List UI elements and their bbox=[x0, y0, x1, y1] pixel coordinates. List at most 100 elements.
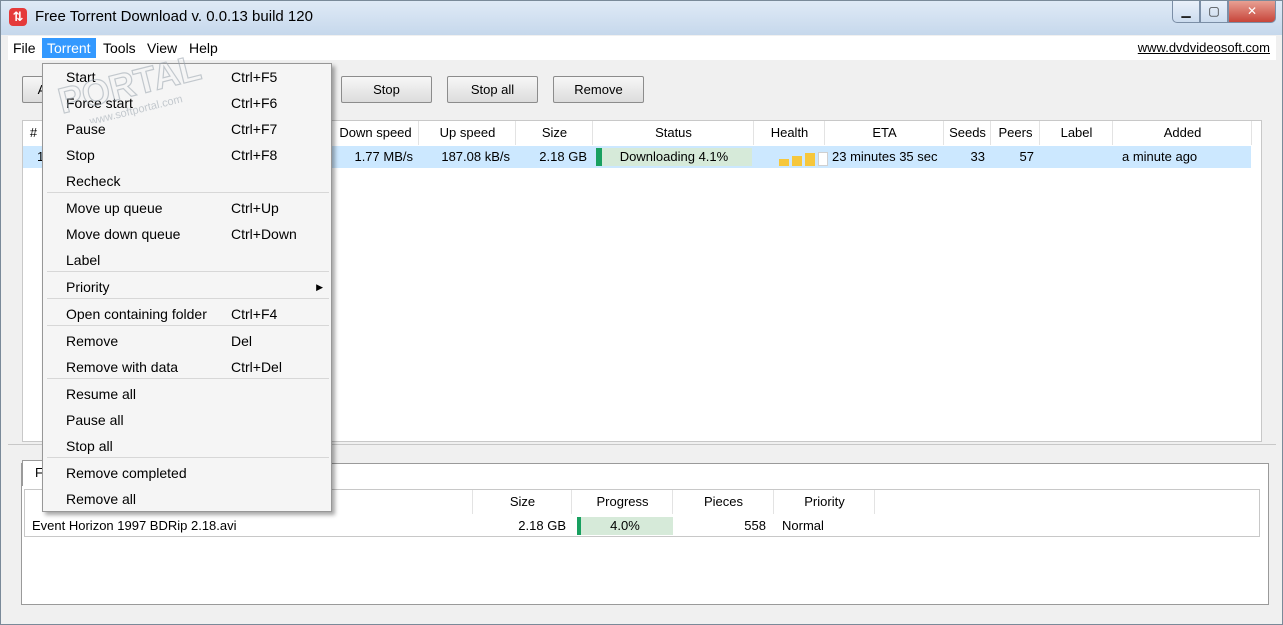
menu-item-label: Label bbox=[66, 252, 101, 268]
torrent-eta: 23 minutes 35 sec bbox=[832, 149, 938, 164]
minimize-button[interactable]: ▁ bbox=[1172, 1, 1200, 23]
column-down-speed[interactable]: Down speed bbox=[333, 121, 419, 145]
menu-separator bbox=[47, 298, 329, 299]
menu-item-label: Remove with data bbox=[66, 359, 179, 375]
menu-item-open-folder[interactable]: Open containing folder Ctrl+F4 bbox=[45, 301, 329, 327]
menu-item-move-up-queue[interactable]: Move up queue Ctrl+Up bbox=[45, 195, 329, 221]
menu-item-recheck[interactable]: Recheck bbox=[45, 168, 329, 194]
stop-button[interactable]: Stop bbox=[341, 76, 432, 103]
column-file-pieces[interactable]: Pieces bbox=[674, 490, 774, 514]
menu-item-label-submenu[interactable]: Label bbox=[45, 247, 329, 273]
menu-item-remove-with-data[interactable]: Remove with data Ctrl+Del bbox=[45, 354, 329, 380]
window-title: Free Torrent Download v. 0.0.13 build 12… bbox=[35, 8, 313, 25]
menu-item-resume-all[interactable]: Resume all bbox=[45, 381, 329, 407]
menu-item-shortcut: Ctrl+F4 bbox=[231, 306, 278, 322]
column-file-size[interactable]: Size bbox=[474, 490, 572, 514]
torrent-seeds: 33 bbox=[970, 149, 985, 164]
file-name: Event Horizon 1997 BDRip 2.18.avi bbox=[32, 518, 237, 533]
column-eta[interactable]: ETA bbox=[826, 121, 944, 145]
menu-item-remove-completed[interactable]: Remove completed bbox=[45, 460, 329, 486]
menu-item-label: Stop bbox=[66, 147, 95, 163]
menu-item-label: Stop all bbox=[66, 438, 113, 454]
torrent-peers: 57 bbox=[1019, 149, 1034, 164]
torrent-added: a minute ago bbox=[1122, 149, 1198, 164]
column-file-priority[interactable]: Priority bbox=[775, 490, 875, 514]
menu-help[interactable]: Help bbox=[184, 38, 223, 58]
menu-file[interactable]: File bbox=[8, 38, 41, 58]
file-size: 2.18 GB bbox=[518, 518, 566, 533]
torrent-status: Downloading 4.1% bbox=[619, 149, 729, 164]
health-bar bbox=[818, 152, 828, 166]
menu-item-label: Move down queue bbox=[66, 226, 181, 242]
menu-item-pause-all[interactable]: Pause all bbox=[45, 407, 329, 433]
menu-item-stop-all[interactable]: Stop all bbox=[45, 433, 329, 459]
menu-item-label: Open containing folder bbox=[66, 306, 207, 322]
menu-item-label: Pause bbox=[66, 121, 106, 137]
window-controls: ▁ ▢ ✕ bbox=[1172, 1, 1276, 23]
file-progress-bar: 4.0% bbox=[577, 517, 673, 535]
column-label[interactable]: Label bbox=[1041, 121, 1113, 145]
menu-separator bbox=[47, 378, 329, 379]
menu-item-label: Pause all bbox=[66, 412, 124, 428]
menu-item-label: Move up queue bbox=[66, 200, 163, 216]
menu-torrent[interactable]: Torrent bbox=[42, 38, 96, 58]
close-button[interactable]: ✕ bbox=[1228, 1, 1276, 23]
torrent-down-speed: 1.77 MB/s bbox=[354, 149, 413, 164]
menu-item-label: Remove completed bbox=[66, 465, 187, 481]
column-added[interactable]: Added bbox=[1114, 121, 1252, 145]
menu-item-start[interactable]: Start Ctrl+F5 bbox=[45, 64, 329, 90]
menu-item-shortcut: Ctrl+Down bbox=[231, 226, 297, 242]
vendor-link[interactable]: www.dvdvideosoft.com bbox=[1138, 38, 1270, 58]
app-logo-icon: ⇅ bbox=[9, 8, 27, 26]
menu-item-remove[interactable]: Remove Del bbox=[45, 328, 329, 354]
menu-bar: File Torrent Tools View Help www.dvdvide… bbox=[8, 36, 1276, 60]
menu-item-force-start[interactable]: Force start Ctrl+F6 bbox=[45, 90, 329, 116]
menu-separator bbox=[47, 325, 329, 326]
torrent-up-speed: 187.08 kB/s bbox=[441, 149, 510, 164]
menu-item-label: Force start bbox=[66, 95, 133, 111]
submenu-arrow-icon: ▶ bbox=[316, 282, 323, 292]
file-pieces: 558 bbox=[744, 518, 766, 533]
title-bar[interactable]: ⇅ Free Torrent Download v. 0.0.13 build … bbox=[1, 1, 1282, 35]
menu-item-shortcut: Ctrl+F8 bbox=[231, 147, 278, 163]
menu-item-pause[interactable]: Pause Ctrl+F7 bbox=[45, 116, 329, 142]
column-size[interactable]: Size bbox=[517, 121, 593, 145]
menu-item-label: Priority bbox=[66, 279, 110, 295]
menu-view[interactable]: View bbox=[142, 38, 182, 58]
menu-item-label: Recheck bbox=[66, 173, 121, 189]
column-file-progress[interactable]: Progress bbox=[573, 490, 673, 514]
menu-separator bbox=[47, 271, 329, 272]
torrent-label bbox=[1041, 146, 1113, 168]
menu-item-priority[interactable]: Priority ▶ bbox=[45, 274, 329, 300]
stop-all-button[interactable]: Stop all bbox=[447, 76, 538, 103]
app-window: ⇅ Free Torrent Download v. 0.0.13 build … bbox=[0, 0, 1283, 625]
menu-item-label: Resume all bbox=[66, 386, 137, 402]
menu-item-label: Start bbox=[66, 69, 96, 85]
torrent-status-bar: Downloading 4.1% bbox=[596, 148, 752, 166]
health-bars-icon bbox=[779, 150, 835, 166]
column-up-speed[interactable]: Up speed bbox=[420, 121, 516, 145]
health-bar bbox=[792, 156, 802, 166]
menu-item-stop[interactable]: Stop Ctrl+F8 bbox=[45, 142, 329, 168]
column-seeds[interactable]: Seeds bbox=[945, 121, 991, 145]
column-status[interactable]: Status bbox=[594, 121, 754, 145]
file-progress: 4.0% bbox=[610, 518, 640, 533]
health-bar bbox=[805, 153, 815, 166]
health-bar bbox=[779, 159, 789, 166]
menu-tools[interactable]: Tools bbox=[98, 38, 141, 58]
menu-item-shortcut: Del bbox=[231, 333, 253, 349]
menu-item-shortcut: Ctrl+F6 bbox=[231, 95, 278, 111]
menu-item-move-down-queue[interactable]: Move down queue Ctrl+Down bbox=[45, 221, 329, 247]
file-priority: Normal bbox=[782, 518, 824, 533]
menu-item-remove-all[interactable]: Remove all bbox=[45, 486, 329, 512]
torrent-size: 2.18 GB bbox=[539, 149, 587, 164]
remove-button[interactable]: Remove bbox=[553, 76, 644, 103]
column-health[interactable]: Health bbox=[755, 121, 825, 145]
menu-item-shortcut: Ctrl+Up bbox=[231, 200, 279, 216]
maximize-button[interactable]: ▢ bbox=[1200, 1, 1228, 23]
column-peers[interactable]: Peers bbox=[992, 121, 1040, 145]
menu-item-shortcut: Ctrl+F7 bbox=[231, 121, 278, 137]
menu-item-shortcut: Ctrl+Del bbox=[231, 359, 282, 375]
menu-item-label: Remove all bbox=[66, 491, 137, 507]
list-item[interactable]: Event Horizon 1997 BDRip 2.18.avi 2.18 G… bbox=[25, 515, 1259, 537]
